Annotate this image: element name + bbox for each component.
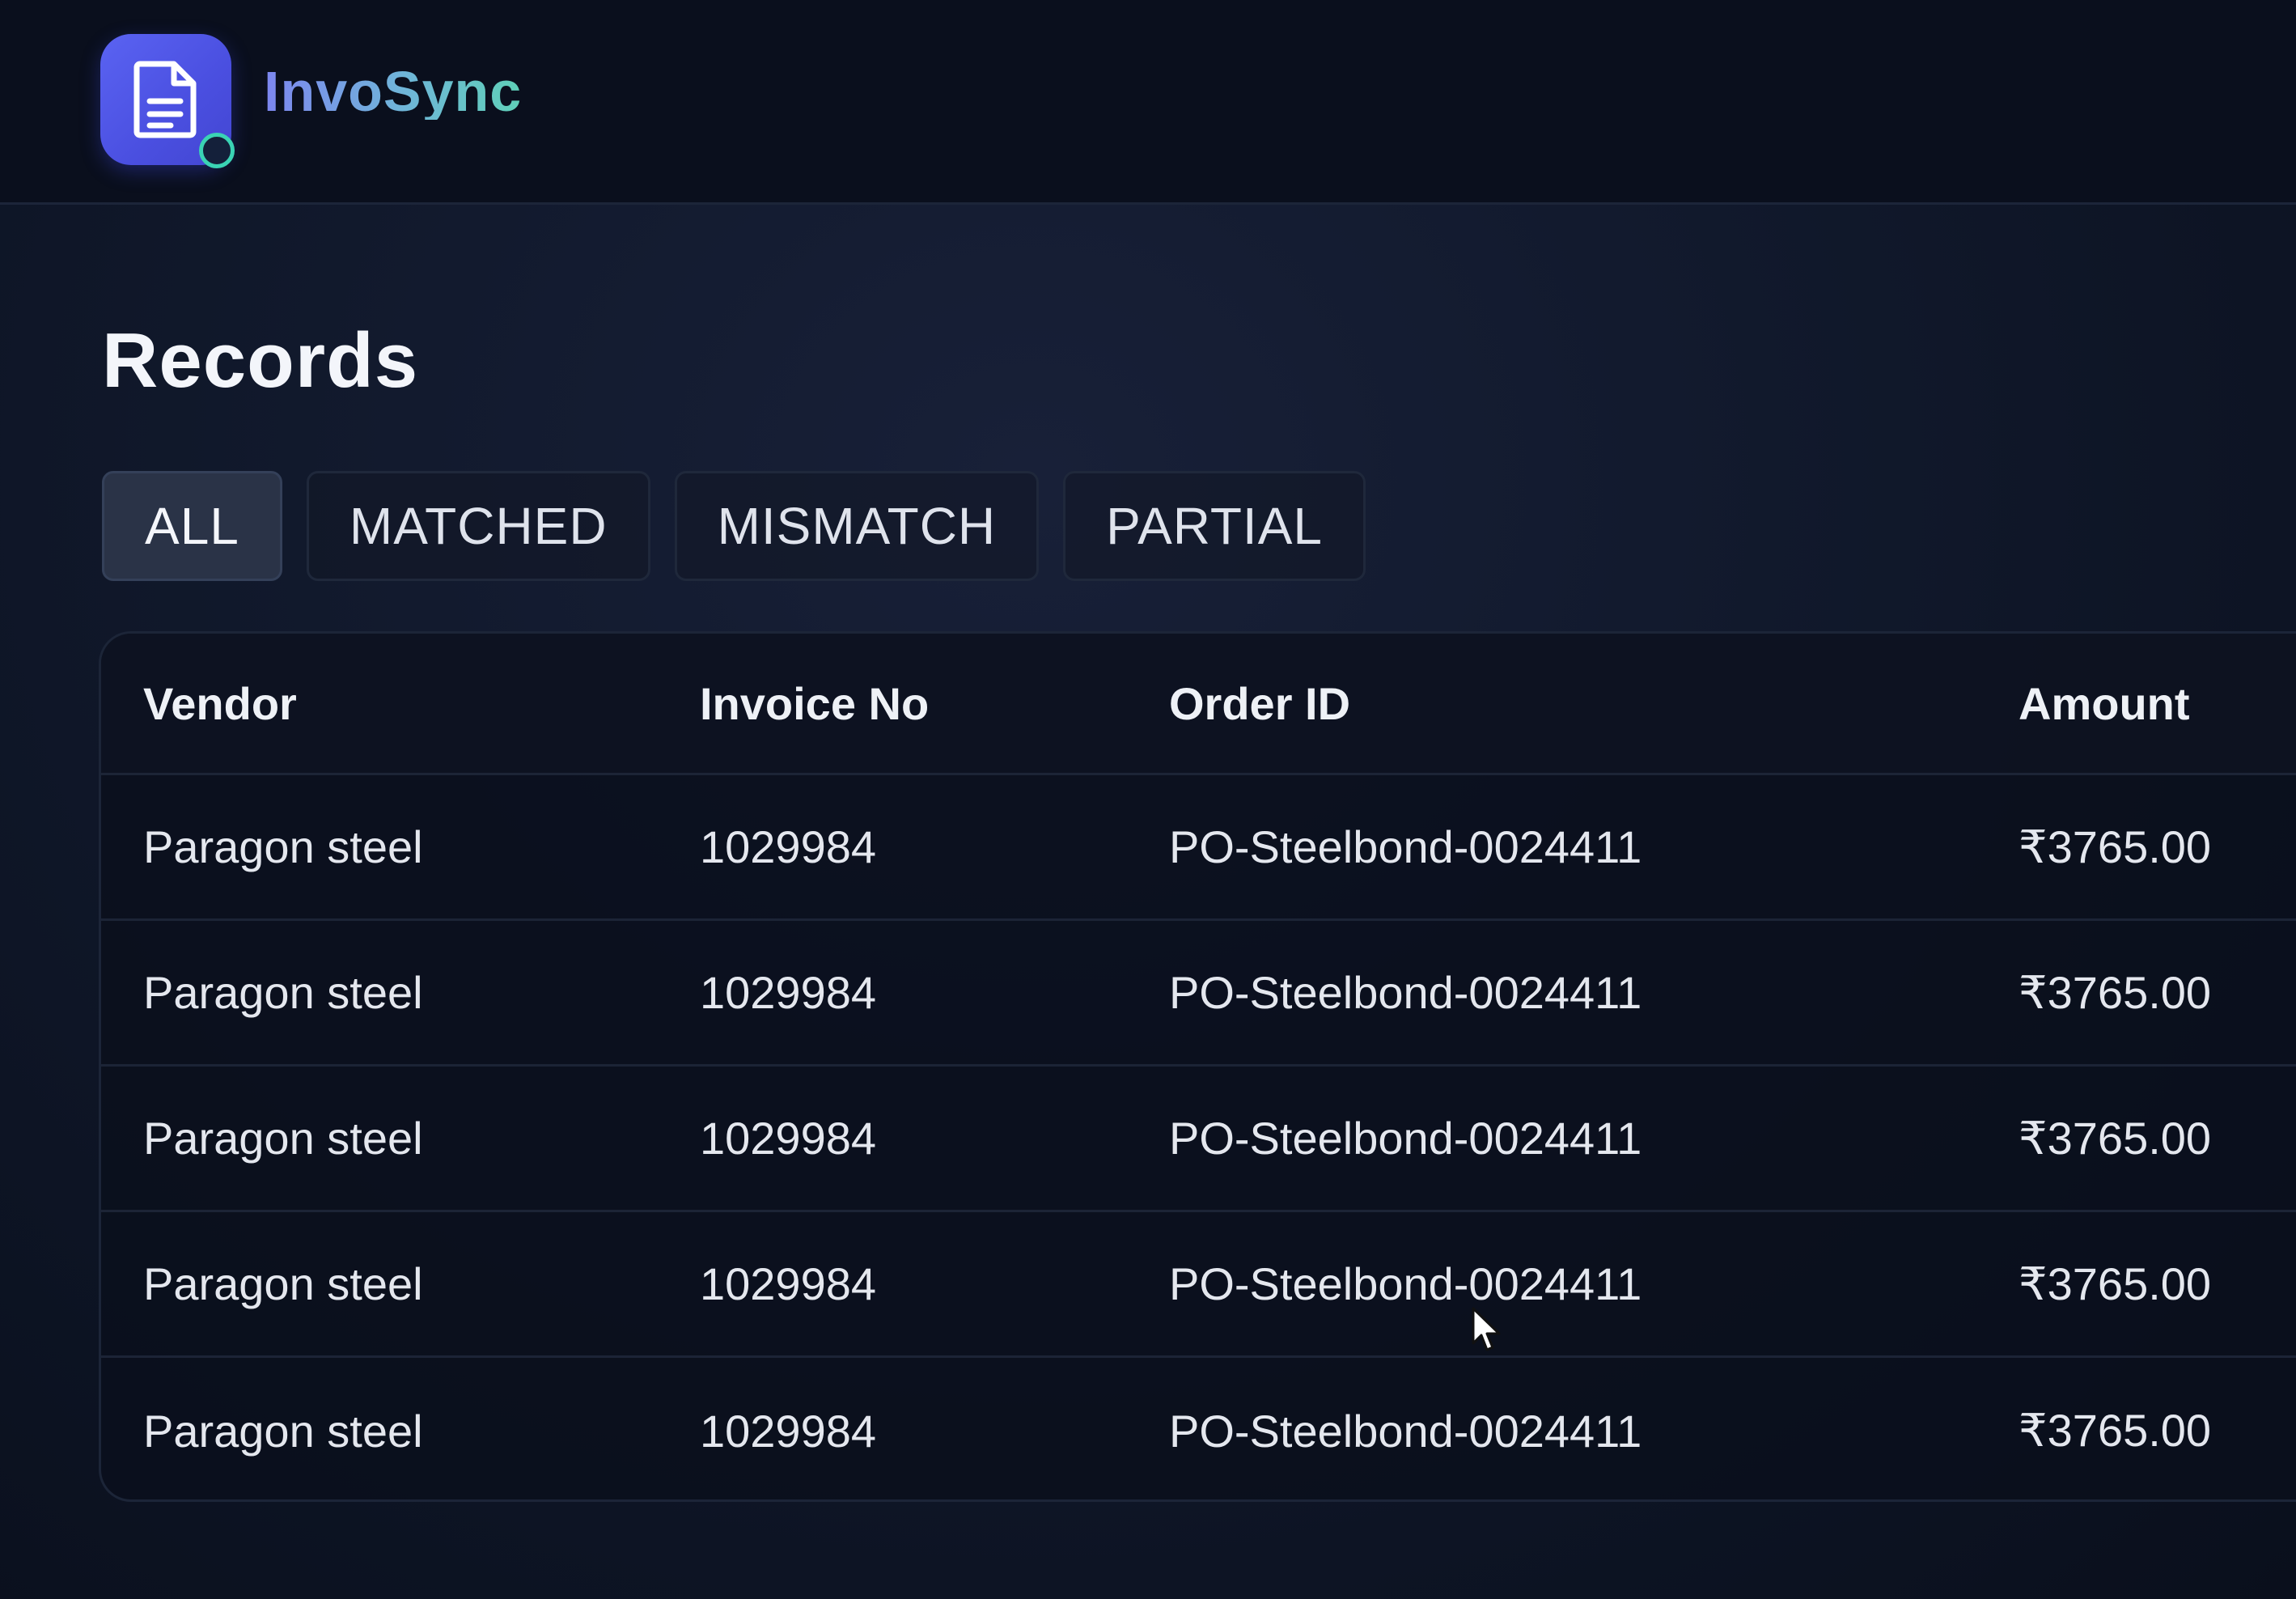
column-header-invoice-no[interactable]: Invoice No (700, 634, 929, 773)
column-header-order-id[interactable]: Order ID (1169, 634, 1350, 773)
top-bar: InvoSync (0, 0, 2296, 205)
page-title: Records (102, 317, 419, 404)
table-row[interactable]: Paragon steel 1029984 PO-Steelbond-00244… (101, 1067, 2296, 1212)
invoice-no-cell: 1029984 (700, 1258, 877, 1309)
vendor-cell: Paragon steel (143, 1405, 423, 1457)
amount-cell: ₹3765.00 (2019, 1112, 2212, 1164)
table-row[interactable]: Paragon steel 1029984 PO-Steelbond-00244… (101, 1358, 2296, 1499)
column-header-vendor[interactable]: Vendor (143, 634, 297, 773)
order-id-cell: PO-Steelbond-0024411 (1169, 821, 1642, 872)
invoice-no-cell: 1029984 (700, 821, 877, 872)
vendor-cell: Paragon steel (143, 821, 423, 872)
sync-badge-icon (199, 133, 235, 168)
invoice-no-cell: 1029984 (700, 1113, 877, 1164)
amount-cell: ₹3765.00 (2019, 821, 2212, 872)
table-row[interactable]: Paragon steel 1029984 PO-Steelbond-00244… (101, 775, 2296, 921)
invoice-no-cell: 1029984 (700, 967, 877, 1018)
invoice-no-cell: 1029984 (700, 1405, 877, 1457)
order-id-cell: PO-Steelbond-0024411 (1169, 1405, 1642, 1457)
vendor-cell: Paragon steel (143, 967, 423, 1018)
amount-cell: ₹3765.00 (2019, 1405, 2212, 1456)
column-header-amount[interactable]: Amount (2019, 634, 2190, 773)
mouse-pointer-icon (1472, 1307, 1501, 1351)
tab-partial[interactable]: PARTIAL (1063, 471, 1366, 581)
amount-cell: ₹3765.00 (2019, 1258, 2212, 1309)
app-window: InvoSync Records ALL MATCHED MISMATCH PA… (0, 0, 2296, 1599)
document-icon (133, 61, 197, 138)
brand-name: InvoSync (264, 60, 523, 123)
tab-mismatch[interactable]: MISMATCH (674, 471, 1040, 581)
tab-all[interactable]: ALL (102, 471, 282, 581)
table-row[interactable]: Paragon steel 1029984 PO-Steelbond-00244… (101, 1212, 2296, 1358)
table-row[interactable]: Paragon steel 1029984 PO-Steelbond-00244… (101, 921, 2296, 1067)
tab-matched[interactable]: MATCHED (306, 471, 650, 581)
amount-cell: ₹3765.00 (2019, 966, 2212, 1018)
order-id-cell: PO-Steelbond-0024411 (1169, 1258, 1642, 1309)
app-logo[interactable] (100, 34, 235, 168)
vendor-cell: Paragon steel (143, 1113, 423, 1164)
order-id-cell: PO-Steelbond-0024411 (1169, 1113, 1642, 1164)
records-table: Vendor Invoice No Order ID Amount Parago… (99, 631, 2296, 1502)
order-id-cell: PO-Steelbond-0024411 (1169, 967, 1642, 1018)
table-header-row: Vendor Invoice No Order ID Amount (101, 634, 2296, 775)
vendor-cell: Paragon steel (143, 1258, 423, 1309)
filter-tabs: ALL MATCHED MISMATCH PARTIAL (102, 471, 1366, 581)
